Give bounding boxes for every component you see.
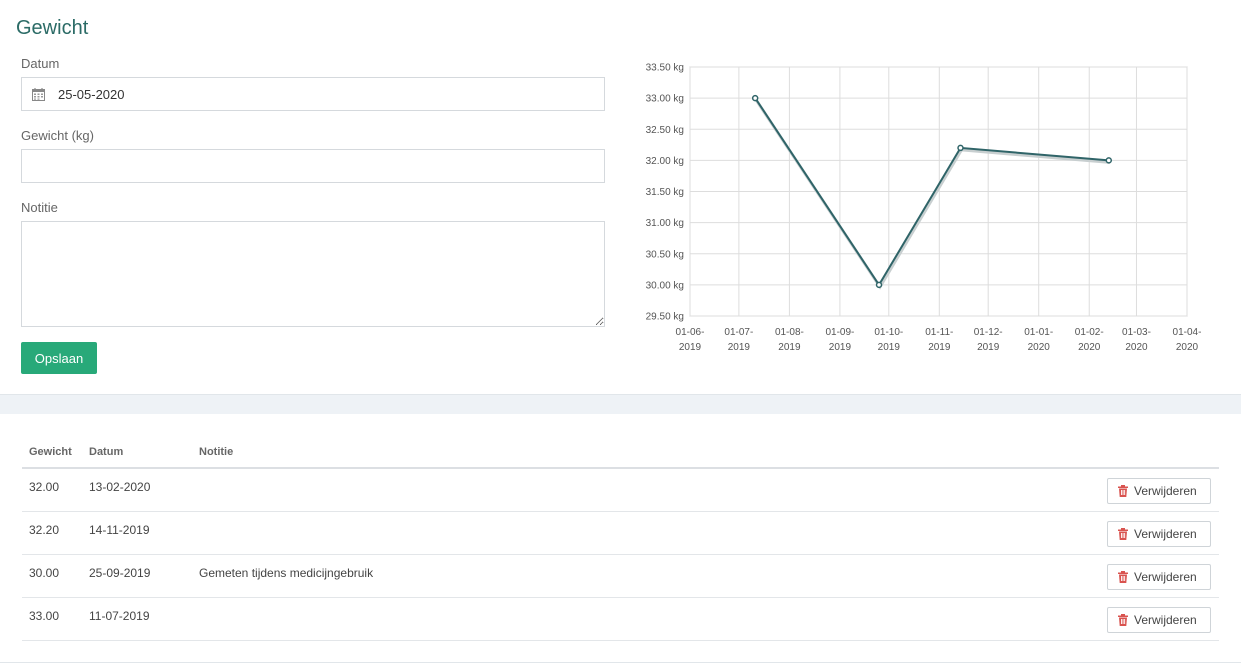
weight-entry-card: Gewicht Datum 25-05-2020 Gewicht (kg) No… xyxy=(0,0,1241,395)
y-tick-label: 30.00 kg xyxy=(646,280,684,291)
weight-input[interactable] xyxy=(21,149,605,183)
x-tick-label: 2019 xyxy=(928,342,951,353)
x-tick-label: 01-04- xyxy=(1173,327,1202,338)
x-tick-label: 01-02- xyxy=(1075,327,1104,338)
column-header-weight: Gewicht xyxy=(29,446,72,458)
x-tick-label: 01-01- xyxy=(1024,327,1053,338)
x-tick-label: 01-09- xyxy=(825,327,854,338)
y-tick-label: 33.00 kg xyxy=(646,94,684,105)
cell-weight: 32.20 xyxy=(29,523,60,537)
save-button[interactable]: Opslaan xyxy=(21,342,97,374)
y-tick-label: 33.50 kg xyxy=(646,63,684,74)
x-tick-label: 01-10- xyxy=(874,327,903,338)
y-tick-label: 32.00 kg xyxy=(646,156,684,167)
cell-date: 14-11-2019 xyxy=(89,523,150,537)
date-label: Datum xyxy=(21,56,60,71)
y-tick-label: 32.50 kg xyxy=(646,125,684,136)
cell-date: 25-09-2019 xyxy=(89,566,151,580)
x-tick-label: 01-07- xyxy=(724,327,753,338)
date-value: 25-05-2020 xyxy=(58,87,125,102)
weight-label: Gewicht (kg) xyxy=(21,128,94,143)
delete-button-label: Verwijderen xyxy=(1134,613,1197,627)
x-tick-label: 2019 xyxy=(829,342,852,353)
x-tick-label: 2019 xyxy=(878,342,901,353)
x-tick-label: 01-12- xyxy=(974,327,1003,338)
delete-button-label: Verwijderen xyxy=(1134,527,1197,541)
x-tick-label: 2020 xyxy=(1176,342,1199,353)
delete-button[interactable]: Verwijderen xyxy=(1107,607,1211,633)
delete-button[interactable]: Verwijderen xyxy=(1107,564,1211,590)
date-field[interactable]: 25-05-2020 xyxy=(21,77,605,111)
table-row: 32.00 13-02-2020 Verwijderen xyxy=(22,469,1219,512)
cell-weight: 33.00 xyxy=(29,609,60,623)
cell-date: 11-07-2019 xyxy=(89,609,150,623)
y-tick-label: 31.50 kg xyxy=(646,187,684,198)
table-row: 33.00 11-07-2019 Verwijderen xyxy=(22,598,1219,641)
table-row: 30.00 25-09-2019 Gemeten tijdens medicijng… xyxy=(22,555,1219,598)
note-label: Notitie xyxy=(21,200,58,215)
data-point xyxy=(875,281,883,289)
y-tick-label: 30.50 kg xyxy=(646,249,684,260)
x-tick-label: 2019 xyxy=(778,342,801,353)
trash-icon xyxy=(1118,528,1128,540)
x-tick-label: 01-03- xyxy=(1122,327,1151,338)
x-tick-label: 2019 xyxy=(728,342,751,353)
cell-date: 13-02-2020 xyxy=(89,480,151,494)
x-tick-label: 2020 xyxy=(1078,342,1101,353)
x-tick-label: 2020 xyxy=(1125,342,1148,353)
table-row: 32.20 14-11-2019 Verwijderen xyxy=(22,512,1219,555)
x-tick-label: 01-06- xyxy=(676,327,705,338)
page-title: Gewicht xyxy=(16,17,89,39)
data-point xyxy=(751,94,759,102)
weight-chart: 29.50 kg 30.00 kg 30.50 kg 31.00 kg 31.50 kg… xyxy=(646,63,1202,354)
data-point xyxy=(1105,157,1113,164)
x-tick-label: 01-11- xyxy=(925,327,953,338)
data-point xyxy=(957,144,964,152)
x-tick-label: 2019 xyxy=(679,342,702,353)
note-textarea[interactable] xyxy=(21,221,605,327)
column-header-note: Notitie xyxy=(199,446,234,458)
column-header-date: Datum xyxy=(89,446,124,458)
cell-note: Gemeten tijdens medicijngebruik xyxy=(199,566,374,580)
trash-icon xyxy=(1118,571,1128,583)
y-tick-label: 31.00 kg xyxy=(646,218,684,229)
y-tick-label: 29.50 kg xyxy=(646,312,684,323)
delete-button-label: Verwijderen xyxy=(1134,484,1197,498)
delete-button-label: Verwijderen xyxy=(1134,570,1197,584)
trash-icon xyxy=(1118,614,1128,626)
x-tick-label: 01-08- xyxy=(775,327,804,338)
delete-button[interactable]: Verwijderen xyxy=(1107,521,1211,547)
cell-weight: 30.00 xyxy=(29,566,60,580)
cell-weight: 32.00 xyxy=(29,480,60,494)
delete-button[interactable]: Verwijderen xyxy=(1107,478,1211,504)
trash-icon xyxy=(1118,485,1128,497)
calendar-icon xyxy=(32,88,45,101)
x-tick-label: 2019 xyxy=(977,342,1000,353)
x-tick-label: 2020 xyxy=(1028,342,1051,353)
